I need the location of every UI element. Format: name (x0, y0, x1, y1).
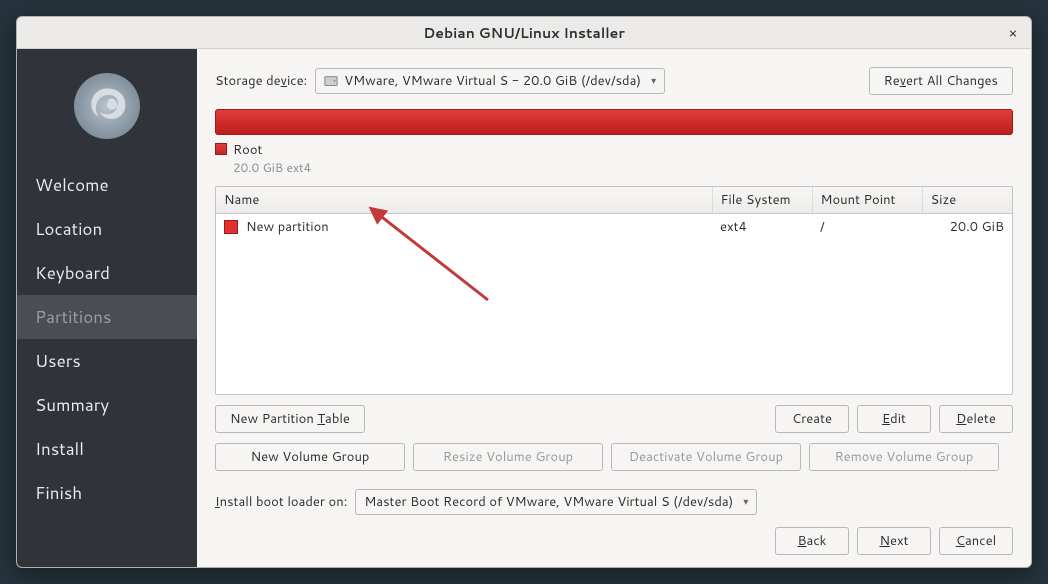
sidebar-item-keyboard[interactable]: Keyboard (17, 251, 197, 295)
back-button[interactable]: Back (775, 527, 849, 555)
row-swatch-icon (224, 220, 238, 234)
col-name[interactable]: Name (216, 187, 712, 214)
new-partition-table-button[interactable]: New Partition Table (215, 405, 365, 433)
close-icon[interactable]: × (1003, 23, 1023, 43)
partition-table: Name File System Mount Point Size New pa… (215, 186, 1013, 395)
cancel-button[interactable]: Cancel (939, 527, 1013, 555)
remove-volume-group-button: Remove Volume Group (809, 443, 999, 471)
edit-button: Edit (857, 405, 931, 433)
sidebar-item-install[interactable]: Install (17, 427, 197, 471)
window-body: Welcome Location Keyboard Partitions Use… (17, 49, 1031, 567)
window-title: Debian GNU/Linux Installer (423, 23, 625, 43)
legend-swatch (215, 143, 227, 155)
sidebar: Welcome Location Keyboard Partitions Use… (17, 49, 197, 567)
col-fs[interactable]: File System (712, 187, 812, 214)
debian-logo-icon (74, 73, 140, 139)
table-row[interactable]: New partition ext4 / 20.0 GiB (216, 214, 1012, 241)
sidebar-item-welcome[interactable]: Welcome (17, 163, 197, 207)
partition-action-row: New Partition Table Create Edit Delete (215, 405, 1013, 433)
sidebar-item-users[interactable]: Users (17, 339, 197, 383)
table-header-row: Name File System Mount Point Size (216, 187, 1012, 214)
revert-all-button[interactable]: Revert All Changes (869, 67, 1013, 95)
new-volume-group-button[interactable]: New Volume Group (215, 443, 405, 471)
sidebar-item-location[interactable]: Location (17, 207, 197, 251)
sidebar-item-finish[interactable]: Finish (17, 471, 197, 515)
partition-legend: Root 20.0 GiB ext4 (215, 141, 1013, 176)
storage-device-select[interactable]: VMware, VMware Virtual S - 20.0 GiB (/de… (315, 68, 665, 94)
delete-button: Delete (939, 405, 1013, 433)
installer-window: Debian GNU/Linux Installer × Welcome Loc… (16, 16, 1032, 568)
chevron-down-icon: ▾ (743, 495, 748, 509)
storage-row: Storage device: VMware, VMware Virtual S… (215, 67, 1013, 95)
sidebar-item-partitions[interactable]: Partitions (17, 295, 197, 339)
row-mount: / (812, 214, 922, 241)
chevron-down-icon: ▾ (651, 74, 656, 88)
sidebar-item-summary[interactable]: Summary (17, 383, 197, 427)
wizard-footer: Back Next Cancel (215, 527, 1013, 555)
col-mount[interactable]: Mount Point (812, 187, 922, 214)
col-size[interactable]: Size (922, 187, 1012, 214)
row-fs: ext4 (712, 214, 812, 241)
partition-bar[interactable] (215, 109, 1013, 135)
boot-loader-row: Install boot loader on: Master Boot Reco… (215, 489, 1013, 515)
create-button[interactable]: Create (775, 405, 849, 433)
storage-label: Storage device: (215, 72, 307, 90)
storage-device-value: VMware, VMware Virtual S - 20.0 GiB (/de… (344, 72, 641, 90)
boot-loader-label: Install boot loader on: (215, 493, 347, 511)
deactivate-volume-group-button: Deactivate Volume Group (611, 443, 801, 471)
next-button[interactable]: Next (857, 527, 931, 555)
legend-name: Root (233, 141, 311, 159)
disk-icon (324, 74, 338, 88)
boot-loader-value: Master Boot Record of VMware, VMware Vir… (364, 493, 733, 511)
logo-container (17, 53, 197, 163)
row-name: New partition (246, 218, 329, 236)
row-size: 20.0 GiB (922, 214, 1012, 241)
resize-volume-group-button: Resize Volume Group (413, 443, 603, 471)
boot-loader-select[interactable]: Master Boot Record of VMware, VMware Vir… (355, 489, 757, 515)
content-pane: Storage device: VMware, VMware Virtual S… (197, 49, 1031, 567)
volume-group-row: New Volume Group Resize Volume Group Dea… (215, 443, 1013, 471)
title-bar: Debian GNU/Linux Installer × (17, 17, 1031, 49)
legend-sub: 20.0 GiB ext4 (233, 159, 311, 176)
